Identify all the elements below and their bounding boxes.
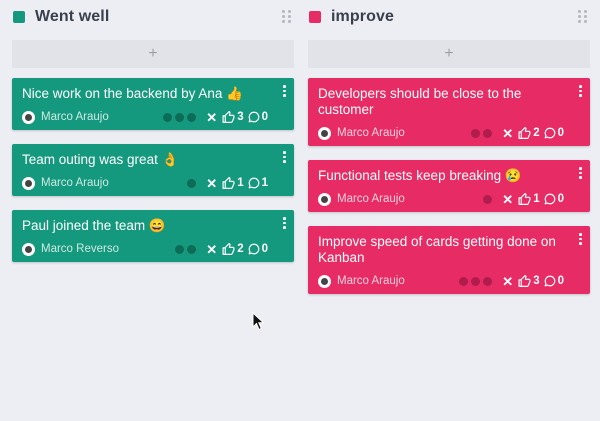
vote-dot [175, 244, 185, 254]
card-author: Marco Araujo [41, 111, 109, 123]
vote-dot [187, 112, 197, 122]
vote-dot [187, 244, 197, 254]
vote-dot [163, 112, 173, 122]
card-text: Developers should be close to the custom… [318, 86, 522, 117]
thumbs-up-icon[interactable] [518, 274, 531, 288]
comment-count: 1 [261, 177, 268, 189]
thumbs-up-icon[interactable] [222, 242, 235, 256]
card-footer: Marco Araujo ✕ 2 0 [318, 124, 568, 142]
card[interactable]: Developers should be close to the custom… [308, 78, 590, 146]
column-went-well: Went well + Nice work on the backend by … [12, 0, 294, 276]
close-icon[interactable]: ✕ [502, 275, 513, 288]
vote-dots [172, 244, 197, 254]
card-text: Team outing was great 👌 [22, 152, 179, 167]
vote-dots [160, 112, 197, 122]
card-footer: Marco Araujo ✕ 1 1 [22, 174, 272, 192]
vote-dot [471, 128, 481, 138]
vote-dot [483, 276, 493, 286]
vote-dot [187, 178, 197, 188]
card-footer: Marco Araujo ✕ 1 0 [318, 190, 568, 208]
vote-dot [483, 194, 493, 204]
column-header: Went well [12, 0, 294, 34]
comment-count: 0 [557, 127, 564, 139]
vote-dot [175, 112, 185, 122]
thumbs-up-icon[interactable] [222, 176, 235, 190]
like-count: 2 [533, 127, 540, 139]
comment-icon[interactable] [248, 177, 260, 189]
close-icon[interactable]: ✕ [502, 127, 513, 140]
more-vert-icon[interactable] [282, 217, 286, 229]
like-count: 3 [533, 275, 540, 287]
add-card-button[interactable]: + [12, 40, 294, 68]
card-text: Nice work on the backend by Ana 👍 [22, 86, 243, 101]
column-color-swatch [309, 11, 321, 23]
close-icon[interactable]: ✕ [206, 111, 217, 124]
card[interactable]: Improve speed of cards getting done on K… [308, 226, 590, 294]
more-vert-icon[interactable] [578, 167, 582, 179]
avatar [318, 192, 331, 206]
card[interactable]: Nice work on the backend by Ana 👍 Marco A… [12, 78, 294, 130]
column-color-swatch [13, 11, 25, 23]
vote-dots [456, 276, 493, 286]
comment-count: 0 [557, 193, 564, 205]
column-improve: improve + Developers should be close to … [308, 0, 590, 308]
card-author: Marco Reverso [41, 243, 119, 255]
card[interactable]: Team outing was great 👌 Marco Araujo ✕ 1 1 [12, 144, 294, 196]
card-author: Marco Araujo [41, 177, 109, 189]
vote-dot [471, 276, 481, 286]
vote-dot [483, 128, 493, 138]
avatar [318, 126, 331, 140]
card-text: Functional tests keep breaking 😢 [318, 168, 522, 183]
vote-dots [468, 128, 493, 138]
card-list: Developers should be close to the custom… [308, 78, 590, 294]
comment-icon[interactable] [248, 243, 260, 255]
comment-count: 0 [557, 275, 564, 287]
avatar [22, 110, 35, 124]
like-count: 1 [533, 193, 540, 205]
more-vert-icon[interactable] [282, 85, 286, 97]
column-title: Went well [35, 8, 110, 25]
vote-dots [184, 178, 197, 188]
avatar [22, 176, 35, 190]
more-vert-icon[interactable] [578, 85, 582, 97]
avatar [318, 274, 331, 288]
card-footer: Marco Reverso ✕ 2 0 [22, 240, 272, 258]
comment-icon[interactable] [248, 111, 260, 123]
mouse-pointer-icon [252, 312, 265, 331]
comment-icon[interactable] [544, 193, 556, 205]
card-author: Marco Araujo [337, 193, 405, 205]
thumbs-up-icon[interactable] [222, 110, 235, 124]
close-icon[interactable]: ✕ [206, 243, 217, 256]
card-author: Marco Araujo [337, 127, 405, 139]
card-author: Marco Araujo [337, 275, 405, 287]
close-icon[interactable]: ✕ [502, 193, 513, 206]
comment-count: 0 [261, 243, 268, 255]
card-footer: Marco Araujo ✕ 3 0 [22, 108, 272, 126]
add-card-button[interactable]: + [308, 40, 590, 68]
column-header: improve [308, 0, 590, 34]
thumbs-up-icon[interactable] [518, 192, 531, 206]
card[interactable]: Functional tests keep breaking 😢 Marco Ar… [308, 160, 590, 212]
column-title: improve [331, 8, 394, 25]
more-vert-icon[interactable] [282, 151, 286, 163]
card-text: Paul joined the team 😄 [22, 218, 166, 233]
drag-handle-icon[interactable] [578, 10, 590, 26]
comment-icon[interactable] [544, 127, 556, 139]
close-icon[interactable]: ✕ [206, 177, 217, 190]
drag-handle-icon[interactable] [282, 10, 294, 26]
card-footer: Marco Araujo ✕ 3 0 [318, 272, 568, 290]
like-count: 1 [237, 177, 244, 189]
card[interactable]: Paul joined the team 😄 Marco Reverso ✕ 2 0 [12, 210, 294, 262]
vote-dot [459, 276, 469, 286]
comment-count: 0 [261, 111, 268, 123]
card-text: Improve speed of cards getting done on K… [318, 234, 556, 265]
thumbs-up-icon[interactable] [518, 126, 531, 140]
comment-icon[interactable] [544, 275, 556, 287]
more-vert-icon[interactable] [578, 233, 582, 245]
avatar [22, 242, 35, 256]
card-list: Nice work on the backend by Ana 👍 Marco A… [12, 78, 294, 262]
like-count: 3 [237, 111, 244, 123]
vote-dots [480, 194, 493, 204]
like-count: 2 [237, 243, 244, 255]
